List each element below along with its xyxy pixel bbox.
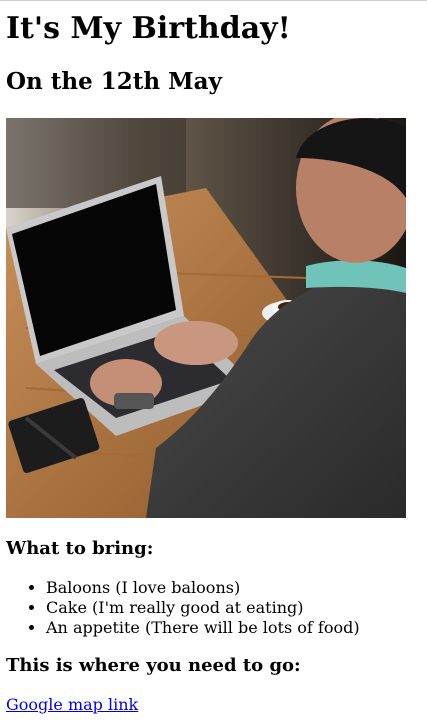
laptop-photo-illustration	[6, 118, 406, 518]
what-to-bring-heading: What to bring:	[6, 538, 154, 559]
google-map-link[interactable]: Google map link	[6, 695, 138, 715]
list-item: Baloons (I love baloons)	[46, 578, 360, 598]
list-item: An appetite (There will be lots of food)	[46, 618, 360, 638]
list-item: Cake (I'm really good at eating)	[46, 598, 360, 618]
location-heading: This is where you need to go:	[6, 655, 301, 676]
top-divider	[0, 0, 427, 1]
event-date: On the 12th May	[6, 68, 222, 95]
hero-image	[6, 118, 406, 518]
page-title: It's My Birthday!	[6, 11, 291, 46]
bring-list: Baloons (I love baloons) Cake (I'm reall…	[6, 578, 360, 638]
